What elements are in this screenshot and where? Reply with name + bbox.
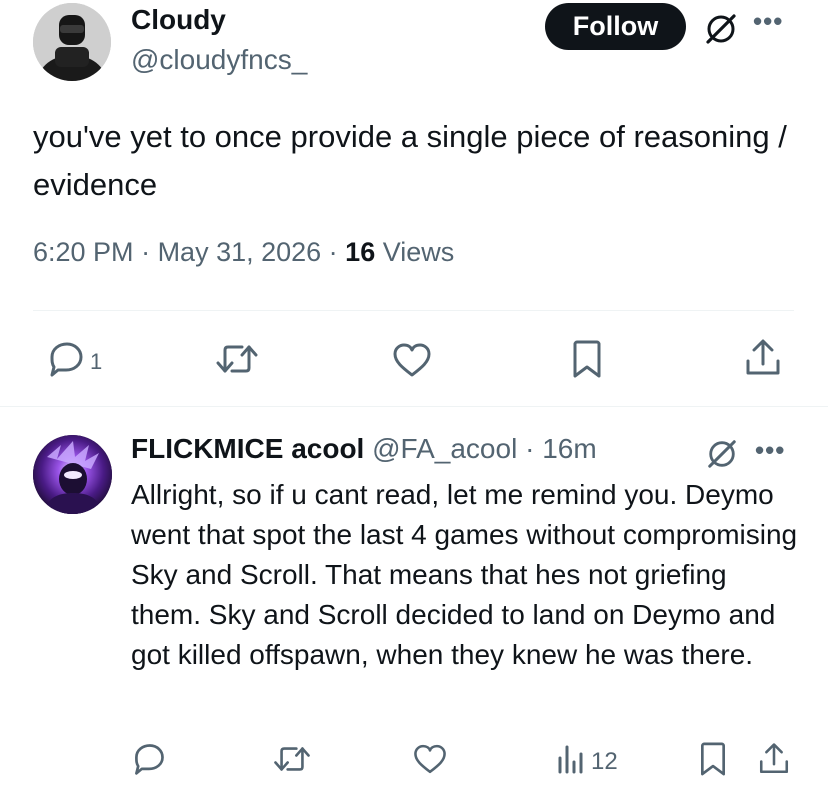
- like-button[interactable]: [391, 341, 433, 384]
- share-icon: [743, 337, 783, 384]
- avatar[interactable]: [33, 435, 112, 514]
- author-handle[interactable]: @cloudyfncs_: [131, 44, 307, 76]
- reply-tweet[interactable]: FLICKMICE acool @FA_acool · 16m ••• Allr…: [0, 407, 828, 808]
- retweet-button[interactable]: [214, 341, 260, 382]
- meta-separator: ·: [321, 237, 346, 267]
- author-handle[interactable]: @FA_acool: [372, 433, 517, 464]
- bookmark-button[interactable]: [697, 740, 729, 783]
- share-icon: [757, 740, 791, 783]
- follow-button[interactable]: Follow: [545, 3, 686, 50]
- bookmark-icon: [569, 339, 605, 384]
- retweet-icon: [272, 743, 312, 780]
- views-button[interactable]: 12: [555, 742, 618, 781]
- views-count: 16: [345, 237, 376, 267]
- more-icon[interactable]: •••: [753, 6, 783, 37]
- heart-icon: [412, 742, 448, 781]
- tweet-text: Allright, so if u cant read, let me remi…: [131, 479, 798, 670]
- bookmark-icon: [697, 740, 729, 783]
- tweet-text: you've yet to once provide a single piec…: [33, 119, 787, 202]
- main-tweet: Cloudy @cloudyfncs_ Follow ••• you've ye…: [0, 0, 828, 400]
- tweet-time[interactable]: 16m: [542, 433, 596, 464]
- reply-icon: [46, 340, 86, 383]
- grok-icon[interactable]: [705, 437, 739, 471]
- tweet-date[interactable]: May 31, 2026: [158, 237, 322, 267]
- share-button[interactable]: [743, 337, 783, 384]
- reply-count: 1: [90, 348, 103, 374]
- grok-icon[interactable]: [703, 11, 739, 47]
- author-name[interactable]: Cloudy: [131, 4, 226, 36]
- like-button[interactable]: [412, 742, 448, 781]
- share-button[interactable]: [757, 740, 791, 783]
- views-count: 12: [591, 747, 618, 775]
- reply-header: FLICKMICE acool @FA_acool · 16m: [131, 433, 597, 465]
- retweet-button[interactable]: [272, 743, 312, 780]
- divider: [33, 310, 794, 311]
- retweet-icon: [214, 341, 260, 382]
- bookmark-button[interactable]: [569, 339, 605, 384]
- meta-separator: ·: [133, 237, 158, 267]
- author-name[interactable]: FLICKMICE acool: [131, 433, 364, 464]
- reply-icon: [131, 741, 167, 782]
- reply-button[interactable]: 1: [46, 340, 102, 383]
- tweet-time[interactable]: 6:20 PM: [33, 237, 134, 267]
- avatar[interactable]: [33, 3, 111, 81]
- views-icon: [555, 742, 587, 781]
- views-label: Views: [382, 237, 455, 267]
- tweet-meta: 6:20 PM · May 31, 2026 · 16 Views: [33, 237, 454, 268]
- meta-separator: ·: [517, 433, 543, 464]
- reply-button[interactable]: [131, 741, 167, 782]
- heart-icon: [391, 341, 433, 384]
- more-icon[interactable]: •••: [755, 435, 785, 466]
